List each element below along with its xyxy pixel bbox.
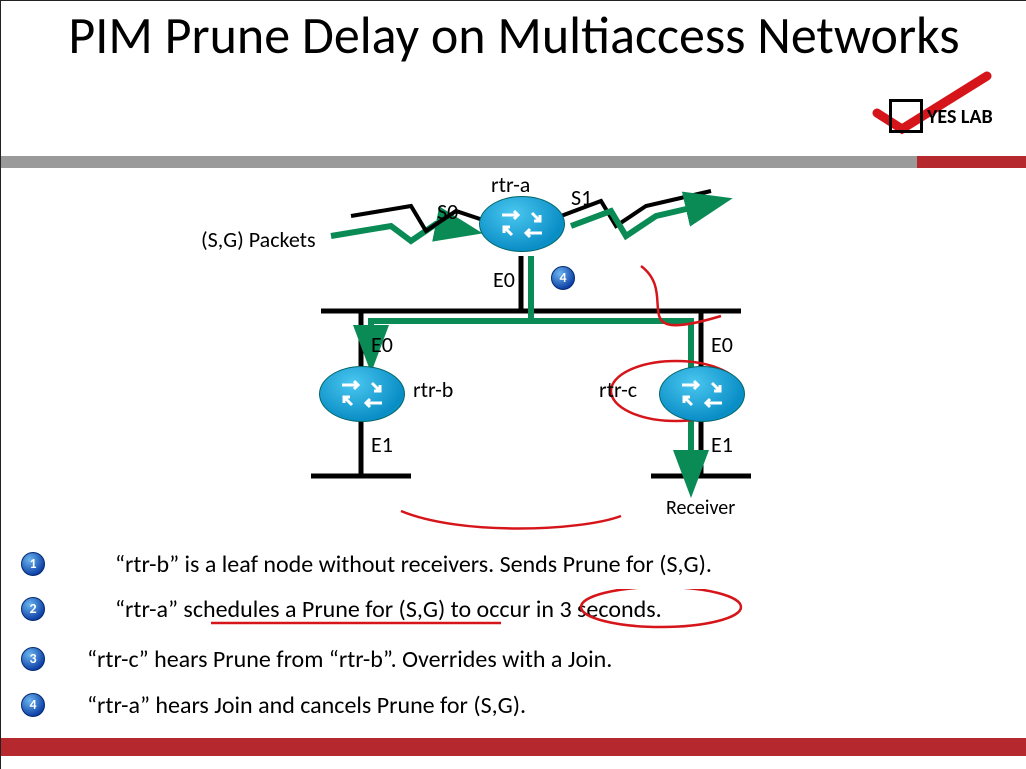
divider-gray [1, 156, 1026, 168]
logo-box [889, 99, 923, 133]
logo-text: YES LAB [927, 105, 993, 129]
if-s1: S1 [571, 184, 592, 211]
step-text: “rtr-c” hears Prune from “rtr-b”. Overri… [87, 645, 612, 674]
receiver-label: Receiver [666, 496, 735, 520]
footer-bar [1, 738, 1026, 756]
if-a-e0: E0 [493, 266, 515, 293]
yeslab-logo: YES LAB [847, 71, 1007, 141]
step-badge: 4 [21, 693, 45, 717]
if-b-e0: E0 [371, 331, 393, 358]
router-c-label: rtr-c [599, 376, 637, 403]
step-text: “rtr-b” is a leaf node without receivers… [115, 550, 712, 579]
step-4: 4 “rtr-a” hears Join and cancels Prune fo… [21, 689, 526, 720]
if-c-e1: E1 [711, 431, 733, 458]
diagram-step-badge: 4 [551, 266, 575, 290]
if-b-e1: E1 [371, 431, 393, 458]
router-icon [494, 205, 550, 243]
router-icon [674, 375, 730, 413]
step-badge: 3 [21, 647, 45, 671]
step-2: 2“rtr-a” schedules a Prune for (S,G) to … [21, 593, 662, 624]
slide-title: PIM Prune Delay on Multiaccess Networks [1, 7, 1026, 64]
router-icon [334, 375, 390, 413]
network-diagram: (S,G) Packets rtr-a S0 S1 E0 E0 E1 rtr-b… [201, 176, 821, 526]
router-a [479, 196, 565, 252]
sg-packets-label: (S,G) Packets [201, 226, 316, 253]
router-b-label: rtr-b [413, 376, 453, 403]
annotation-step2 [131, 589, 851, 633]
if-c-e0: E0 [711, 331, 733, 358]
router-a-label: rtr-a [491, 171, 530, 198]
step-1: 1 “rtr-b” is a leaf node without receiver… [21, 548, 712, 579]
step-text: “rtr-a” hears Join and cancels Prune for… [87, 691, 526, 720]
step-badge: 1 [21, 552, 45, 576]
step-badge: 2 [21, 597, 45, 621]
divider-red [917, 156, 1026, 168]
step-3: 3 “rtr-c” hears Prune from “rtr-b”. Overr… [21, 643, 612, 674]
slide: PIM Prune Delay on Multiaccess Networks … [0, 0, 1026, 769]
router-b [319, 366, 405, 422]
router-c [659, 366, 745, 422]
if-s0: S0 [437, 198, 458, 225]
